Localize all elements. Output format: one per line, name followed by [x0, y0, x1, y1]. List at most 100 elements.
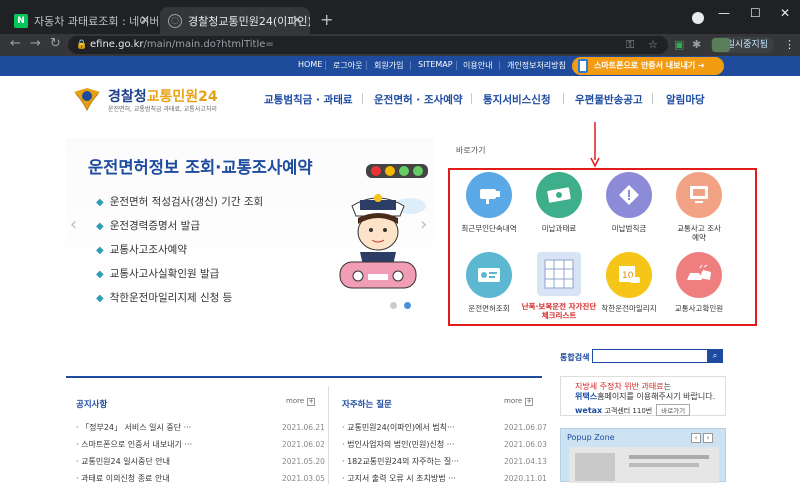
quick-link-accident-booking[interactable]: 교통사고 조사예약 — [664, 172, 734, 242]
key-icon[interactable]: ⚿ — [626, 38, 634, 52]
notice-more-button[interactable]: more + — [286, 397, 316, 406]
notice-title: 공지사항 — [76, 400, 108, 410]
nav-returned-mail[interactable]: 우편물반송공고 — [575, 92, 643, 107]
nav-notification[interactable]: 통지서비스신청 — [483, 92, 551, 107]
menu-icon[interactable]: ⋮ — [784, 38, 795, 51]
nav-notice-board[interactable]: 알림마당 — [666, 92, 705, 107]
banner-next-icon[interactable]: › — [420, 214, 427, 235]
list-item-date: 2021.05.20 — [282, 457, 325, 466]
popup-image[interactable] — [569, 447, 719, 483]
notice-panel: 공지사항 more + · 「정부24」 서비스 일시 중단 ··· 2021.0… — [66, 378, 328, 484]
divider — [328, 386, 329, 484]
list-item[interactable]: · 교통민원24 일시중단 안내 — [76, 456, 170, 467]
main-banner[interactable]: 운전면허정보 조회·교통조사예약 ◆ 운전면허 적성검사(갱신) 기간 조회 ◆ 운… — [66, 138, 434, 316]
list-item[interactable]: · 법인사업자의 법인(민원)신청 ··· — [342, 439, 454, 450]
quick-link-good-driving-mileage[interactable]: 10 착한운전마일리지 — [594, 252, 664, 313]
wetax-line2: 위택스홈페이지를 이용해주시기 바랍니다. — [575, 392, 716, 401]
browser-tab-efine[interactable]: ◌ 경찰청교통민원24(이파인) ✕ — [160, 7, 310, 34]
wetax-visit-button: 바로가기 — [656, 404, 691, 416]
quick-link-camera-violations[interactable]: 최근무인단속내역 — [454, 172, 524, 233]
nav-license[interactable]: 운전면허 · 조사예약 — [374, 92, 463, 107]
new-tab-icon[interactable]: + — [320, 10, 333, 29]
banner-dot-active[interactable] — [404, 302, 411, 309]
guide-link[interactable]: 이용안내 — [463, 60, 492, 71]
utility-bar: HOME 로그아웃 회원가입 SITEMAP 이용안내 개인정보처리방침 스마트… — [0, 56, 800, 76]
quick-link-label: 착한운전마일리지 — [601, 304, 657, 313]
list-item[interactable]: · 「정부24」 서비스 일시 중단 ··· — [76, 422, 191, 433]
diamond-bullet-icon: ◆ — [96, 245, 104, 256]
list-item[interactable]: · 교통민원24(이파인)에서 범칙··· — [342, 422, 455, 433]
naver-favicon-icon: N — [14, 13, 28, 28]
close-tab-icon[interactable]: ✕ — [140, 13, 150, 27]
url-host: efine.go.kr — [90, 39, 144, 50]
faq-more-button[interactable]: more + — [504, 397, 534, 406]
address-bar[interactable]: 🔒 efine.go.kr/main/main.do?htmlTitle= — [68, 36, 668, 54]
avatar — [712, 38, 730, 52]
wetax-banner[interactable]: 지방세 주정차 위반 과태료는 위택스홈페이지를 이용해주시기 바랍니다. we… — [560, 376, 726, 416]
diamond-bullet-icon: ◆ — [96, 221, 104, 232]
nav-fines[interactable]: 교통범칙금 · 과태료 — [264, 92, 353, 107]
smartphone-icon — [578, 59, 588, 73]
quick-link-label: 미납과태료 — [541, 224, 577, 233]
list-item[interactable]: · 과태료 이의신청 종료 안내 — [76, 473, 170, 484]
puzzle-icon[interactable]: ✱ — [692, 38, 701, 51]
browser-tab-bar: N 자동차 과태료조회 : 네이버 통합 ✕ ◌ 경찰청교통민원24(이파인) … — [0, 0, 800, 34]
list-item[interactable]: · 182교통민원24의 자주하는 질··· — [342, 456, 459, 467]
quick-link-license-lookup[interactable]: 운전면허조회 — [454, 252, 524, 313]
list-item[interactable]: · 고지서 출력 오류 시 조치방법 ··· — [342, 473, 456, 484]
minimize-icon[interactable]: — — [718, 6, 730, 20]
popup-next-icon[interactable]: › — [703, 433, 713, 443]
banner-title: 운전면허정보 조회·교통조사예약 — [88, 158, 313, 177]
search-icon[interactable]: ⌕ — [707, 349, 723, 363]
arrow-right-icon: ➜ — [698, 61, 705, 70]
divider — [366, 61, 367, 70]
back-icon[interactable]: ← — [10, 36, 21, 51]
quick-link-accident-confirmation[interactable]: 교통사고확인원 — [664, 252, 734, 313]
warning-icon — [606, 172, 652, 218]
popup-zone: Popup Zone ‹ › — [560, 428, 726, 483]
divider — [325, 61, 326, 70]
search-input[interactable] — [592, 349, 708, 363]
extension-icon[interactable]: ▣ — [674, 38, 684, 51]
tab-search-icon[interactable] — [692, 12, 704, 24]
privacy-link[interactable]: 개인정보처리방침 — [507, 60, 566, 71]
logo-subtitle: 운전면허, 교통범칙금 과태료, 교통사고처리 — [108, 106, 217, 113]
banner-dot[interactable] — [390, 302, 397, 309]
popup-prev-icon[interactable]: ‹ — [691, 433, 701, 443]
logout-link[interactable]: 로그아웃 — [333, 60, 362, 71]
close-window-icon[interactable]: ✕ — [780, 6, 790, 20]
browser-tab-naver[interactable]: N 자동차 과태료조회 : 네이버 통합 ✕ — [6, 7, 158, 34]
home-link[interactable]: HOME — [298, 60, 322, 69]
list-item[interactable]: · 스마트폰으로 인증서 내보내기 ··· — [76, 439, 192, 450]
police-emblem-icon — [74, 88, 100, 112]
quick-link-reckless-driving-checklist[interactable]: 난폭·보복운전 자가진단 체크리스트 — [522, 252, 596, 320]
bookmark-star-icon[interactable]: ☆ — [648, 38, 658, 51]
quick-link-unpaid-penalty[interactable]: 미납범칙금 — [594, 172, 664, 233]
license-card-icon — [466, 252, 512, 298]
sitemap-link[interactable]: SITEMAP — [418, 60, 453, 69]
globe-favicon-icon: ◌ — [168, 13, 182, 28]
logo[interactable]: 경찰청교통민원24 운전면허, 교통범칙금 과태료, 교통사고처리 — [72, 82, 242, 116]
list-item-date: 2021.04.13 — [504, 457, 547, 466]
page: HOME 로그아웃 회원가입 SITEMAP 이용안내 개인정보처리방침 스마트… — [0, 56, 800, 484]
red-arrow-annotation-icon — [590, 122, 600, 168]
forward-icon[interactable]: → — [30, 36, 41, 51]
close-tab-icon[interactable]: ✕ — [292, 13, 302, 27]
quick-links-label: 바로가기 — [456, 146, 486, 155]
quick-link-label: 운전면허조회 — [468, 304, 510, 313]
export-certificate-button[interactable]: 스마트폰으로 안증서 내보내기 ➜ — [572, 57, 724, 75]
traffic-light-icon — [366, 164, 428, 178]
reload-icon[interactable]: ↻ — [50, 36, 61, 51]
signup-link[interactable]: 회원가입 — [374, 60, 403, 71]
url-path: /main/main.do?htmlTitle= — [143, 39, 274, 50]
profile-button[interactable]: 일시중지됨 — [710, 37, 774, 53]
car-crash-icon — [676, 252, 722, 298]
plus-icon: + — [525, 398, 534, 406]
banner-prev-icon[interactable]: ‹ — [70, 214, 77, 235]
faq-panel: 자주하는 질문 more + · 교통민원24(이파인)에서 범칙··· 2021… — [332, 378, 547, 484]
browser-toolbar: ← → ↻ 🔒 efine.go.kr/main/main.do?htmlTit… — [0, 34, 800, 56]
maximize-icon[interactable]: ☐ — [750, 6, 761, 20]
quick-link-label: 최근무인단속내역 — [461, 224, 517, 233]
search-label: 통합검색 — [560, 353, 590, 362]
quick-link-unpaid-fines[interactable]: 미납과태료 — [524, 172, 594, 233]
